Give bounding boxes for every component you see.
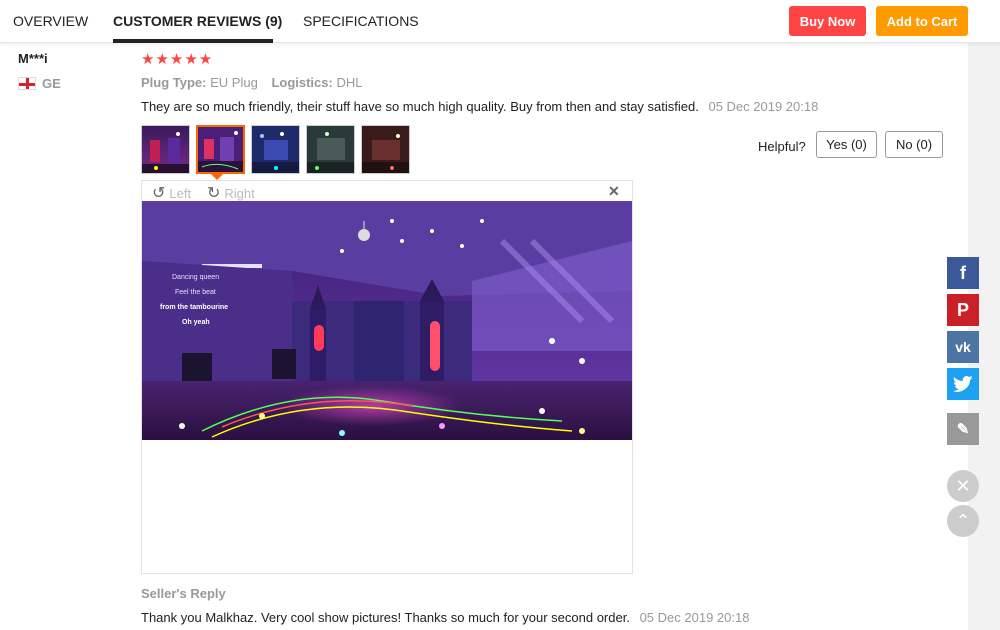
reviewer-country: GE [42, 76, 61, 91]
tab-specifications[interactable]: SPECIFICATIONS [303, 13, 419, 29]
review-photo-thumbnails [141, 125, 410, 174]
chevron-up-icon: ⌃ [955, 510, 971, 531]
write-review-button[interactable]: ✎ [947, 413, 979, 445]
vk-share-button[interactable]: vk [947, 331, 979, 363]
overlay-line: Dancing queen [172, 274, 219, 281]
seller-reply: Thank you Malkhaz. Very cool show pictur… [141, 610, 749, 625]
rotate-left-label: Left [169, 185, 192, 201]
seller-reply-label: Seller's Reply [141, 586, 226, 601]
buy-now-button[interactable]: Buy Now [789, 6, 866, 36]
review-photo-thumbnail-selected[interactable] [196, 125, 245, 174]
facebook-icon: f [960, 262, 966, 283]
tab-customer-reviews[interactable]: CUSTOMER REVIEWS (9) [113, 13, 282, 29]
product-tab-bar: OVERVIEW CUSTOMER REVIEWS (9) SPECIFICAT… [0, 0, 1000, 43]
overlay-line: Oh yeah [182, 319, 210, 326]
rotate-left-button[interactable]: ↺ Left [152, 183, 191, 203]
logistics-value: DHL [336, 75, 363, 90]
seller-reply-text: Thank you Malkhaz. Very cool show pictur… [141, 610, 630, 625]
review-photo-thumbnail[interactable] [361, 125, 410, 174]
close-panel-button[interactable]: ✕ [947, 470, 979, 502]
pencil-icon: ✎ [956, 421, 970, 438]
review-date: 05 Dec 2019 20:18 [708, 99, 819, 114]
back-to-top-button[interactable]: ⌃ [947, 505, 979, 537]
overlay-line: from the tambourine [160, 304, 228, 311]
review-text: They are so much friendly, their stuff h… [141, 99, 818, 114]
star-rating: ★★★★★ [141, 51, 214, 68]
plug-type-label: Plug Type: [141, 75, 207, 90]
review-photo-large: Dancing queen Feel the beat from the tam… [142, 201, 632, 440]
seller-reply-date: 05 Dec 2019 20:18 [639, 610, 750, 625]
helpful-label: Helpful? [758, 139, 806, 154]
reviewer-name: M***i [18, 51, 48, 66]
active-tab-indicator [113, 39, 273, 43]
logistics-label: Logistics: [271, 75, 333, 90]
helpful-no-button[interactable]: No (0) [885, 131, 943, 158]
review-photo-thumbnail[interactable] [306, 125, 355, 174]
close-icon[interactable]: ✕ [608, 183, 620, 200]
georgia-flag-icon [18, 77, 36, 90]
rotate-right-icon: ↻ [207, 185, 221, 202]
plug-type-value: EU Plug [210, 75, 258, 90]
review-photo-thumbnail[interactable] [141, 125, 190, 174]
vk-icon: vk [955, 339, 971, 355]
rotate-left-icon: ↺ [152, 185, 166, 202]
rotate-right-button[interactable]: ↻ Right [207, 183, 255, 203]
rotate-right-label: Right [224, 185, 255, 201]
overlay-line: Feel the beat [175, 289, 216, 296]
close-icon: ✕ [955, 475, 971, 496]
facebook-share-button[interactable]: f [947, 257, 979, 289]
pinterest-icon: P [956, 299, 969, 320]
review-body: They are so much friendly, their stuff h… [141, 99, 699, 114]
review-attributes: Plug Type: EU Plug Logistics: DHL [141, 75, 372, 90]
photo-viewer: ↺ Left ↻ Right ✕ Dancing queen Feel the … [141, 180, 633, 574]
add-to-cart-button[interactable]: Add to Cart [876, 6, 968, 36]
twitter-icon [953, 376, 973, 392]
photo-viewer-toolbar: ↺ Left ↻ Right ✕ [142, 181, 632, 203]
tab-overview[interactable]: OVERVIEW [13, 13, 88, 29]
helpful-yes-button[interactable]: Yes (0) [816, 131, 877, 158]
twitter-share-button[interactable] [947, 368, 979, 400]
pinterest-share-button[interactable]: P [947, 294, 979, 326]
review-photo-thumbnail[interactable] [251, 125, 300, 174]
